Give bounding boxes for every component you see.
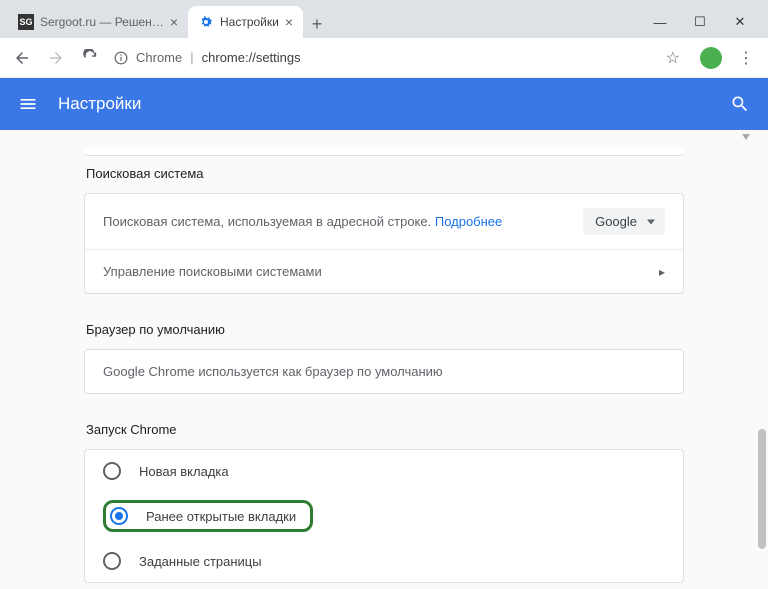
settings-header: Настройки	[0, 78, 768, 130]
default-browser-row: Google Chrome используется как браузер п…	[85, 350, 683, 393]
favicon-icon: SG	[18, 14, 34, 30]
radio-continue[interactable]: Ранее открытые вкладки	[85, 492, 683, 540]
address-bar: Chrome | chrome://settings ☆ ⋮	[0, 38, 768, 78]
row-label: Поисковая система, используемая в адресн…	[103, 214, 563, 229]
default-browser-card: Google Chrome используется как браузер п…	[84, 349, 684, 394]
menu-button[interactable]: ⋮	[736, 48, 756, 68]
radio-label: Ранее открытые вкладки	[146, 509, 296, 524]
scrollbar-thumb[interactable]	[758, 429, 766, 549]
url-path: chrome://settings	[202, 50, 301, 65]
search-engine-select[interactable]: Google	[583, 208, 665, 235]
radio-label: Заданные страницы	[139, 554, 262, 569]
highlight-box: Ранее открытые вкладки	[103, 500, 313, 532]
page-title: Настройки	[58, 94, 710, 114]
row-label: Google Chrome используется как браузер п…	[103, 364, 665, 379]
radio-icon	[103, 552, 121, 570]
section-title: Браузер по умолчанию	[84, 322, 684, 337]
info-icon	[114, 51, 128, 65]
startup-radio-list: Новая вкладка Ранее открытые вкладки Зад…	[84, 449, 684, 583]
settings-content: Поисковая система Поисковая система, исп…	[0, 130, 768, 589]
browser-tab-active[interactable]: Настройки ×	[188, 6, 303, 38]
tab-title: Настройки	[220, 15, 279, 29]
tab-close-icon[interactable]: ×	[285, 14, 293, 30]
section-startup: Запуск Chrome Новая вкладка Ранее открыт…	[84, 422, 684, 583]
radio-new-tab[interactable]: Новая вкладка	[85, 450, 683, 492]
forward-button[interactable]	[46, 48, 66, 68]
radio-specific-pages[interactable]: Заданные страницы	[85, 540, 683, 582]
section-search-engine: Поисковая система Поисковая система, исп…	[84, 166, 684, 294]
radio-icon	[103, 462, 121, 480]
learn-more-link[interactable]: Подробнее	[435, 214, 502, 229]
url-prefix: Chrome	[136, 50, 182, 65]
tab-close-icon[interactable]: ×	[170, 14, 178, 30]
section-title: Запуск Chrome	[84, 422, 684, 437]
settings-favicon-icon	[198, 14, 214, 30]
profile-avatar[interactable]	[700, 47, 722, 69]
tab-title: Sergoot.ru — Решение ваших п...	[40, 15, 164, 29]
minimize-button[interactable]: —	[640, 8, 680, 36]
window-controls: — ☐ ✕	[640, 0, 768, 36]
search-engine-card: Поисковая система, используемая в адресн…	[84, 193, 684, 294]
scroll-up-icon[interactable]	[742, 134, 750, 142]
url-separator: |	[190, 50, 193, 65]
chevron-right-icon: ▸	[659, 265, 665, 279]
radio-icon-checked	[110, 507, 128, 525]
new-tab-button[interactable]: +	[303, 10, 331, 38]
manage-search-engines-row[interactable]: Управление поисковыми системами ▸	[85, 249, 683, 293]
radio-label: Новая вкладка	[139, 464, 229, 479]
close-button[interactable]: ✕	[720, 8, 760, 36]
row-label: Управление поисковыми системами	[103, 264, 649, 279]
search-icon[interactable]	[730, 94, 750, 114]
reload-button[interactable]	[80, 48, 100, 68]
browser-tab[interactable]: SG Sergoot.ru — Решение ваших п... ×	[8, 6, 188, 38]
section-title: Поисковая система	[84, 166, 684, 181]
section-default-browser: Браузер по умолчанию Google Chrome испол…	[84, 322, 684, 394]
url-box[interactable]: Chrome | chrome://settings	[114, 50, 652, 65]
back-button[interactable]	[12, 48, 32, 68]
bookmark-star-icon[interactable]: ☆	[666, 48, 680, 68]
maximize-button[interactable]: ☐	[680, 8, 720, 36]
menu-hamburger-icon[interactable]	[18, 94, 38, 114]
search-engine-row: Поисковая система, используемая в адресн…	[85, 194, 683, 249]
